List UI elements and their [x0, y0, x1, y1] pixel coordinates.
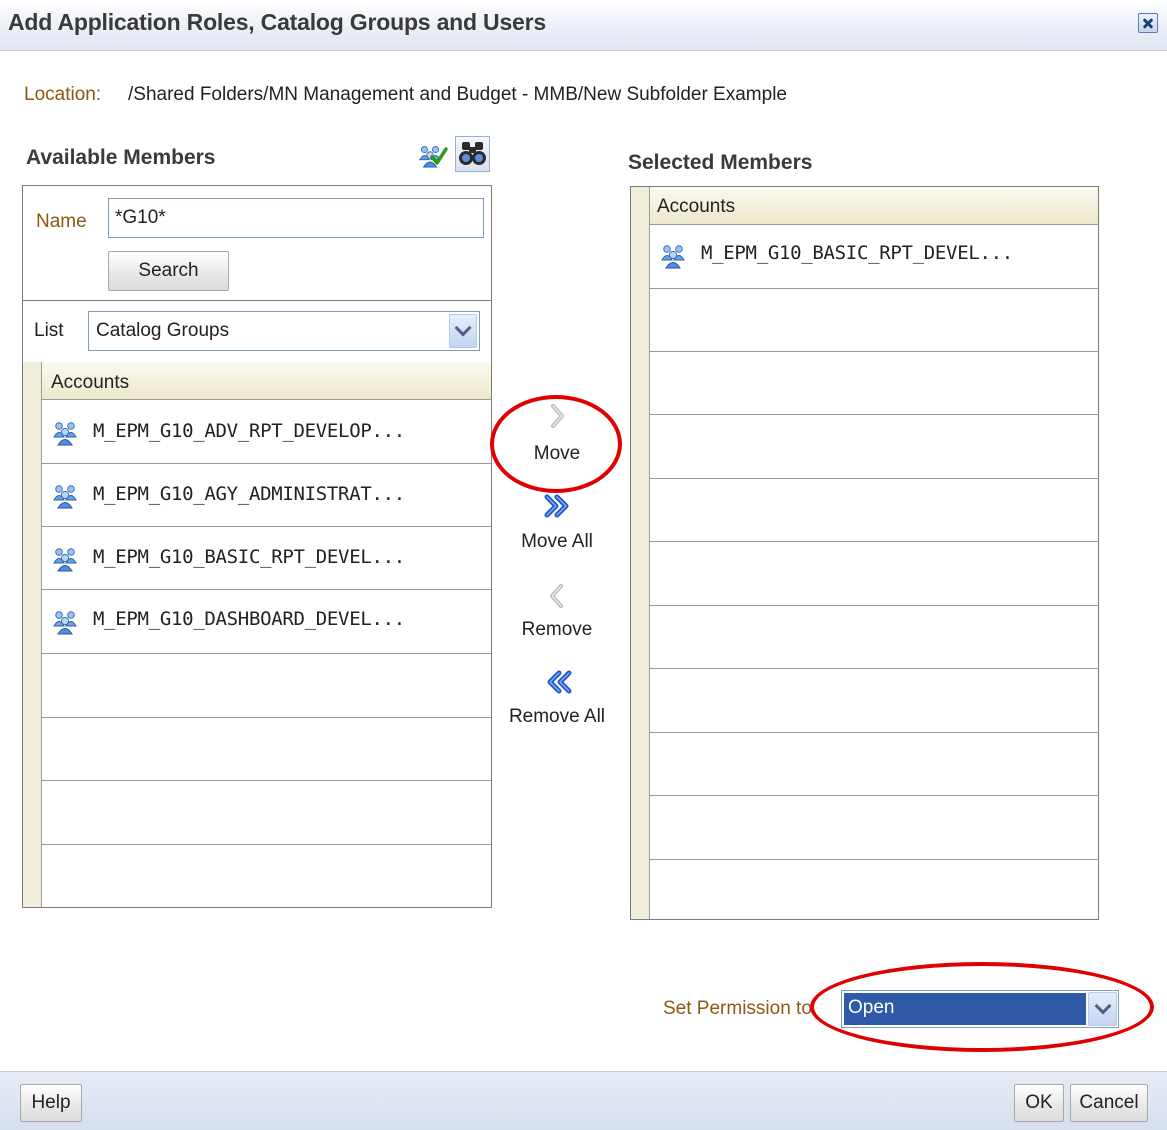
remove-label: Remove: [521, 619, 593, 640]
remove-all-button[interactable]: Remove All: [505, 668, 609, 734]
double-chevron-right-icon: [543, 492, 573, 520]
group-icon: [660, 243, 686, 269]
available-members-title: Available Members: [26, 146, 216, 169]
row-label: M_EPM_G10_ADV_RPT_DEVELOP...: [93, 420, 405, 442]
group-icon: [52, 609, 78, 635]
close-icon[interactable]: [1138, 13, 1158, 33]
available-members-table: Accounts M_EPM_G10_ADV_RPT_DEVELOP... M_…: [23, 362, 491, 907]
dialog-footer: [0, 1071, 1167, 1130]
table-gutter: [631, 187, 650, 919]
row-label: M_EPM_G10_DASHBOARD_DEVEL...: [93, 608, 405, 630]
ok-button[interactable]: OK: [1014, 1084, 1064, 1122]
column-header-accounts[interactable]: Accounts: [657, 196, 735, 218]
move-highlight-ring: [490, 395, 622, 493]
users-check-icon[interactable]: [418, 141, 448, 171]
selected-members-table: Accounts M_EPM_G10_BASIC_RPT_DEVEL...: [630, 186, 1099, 920]
table-row[interactable]: M_EPM_G10_DASHBOARD_DEVEL...: [42, 589, 491, 653]
permission-highlight-ring: [810, 962, 1154, 1052]
group-icon: [52, 546, 78, 572]
selected-members-title: Selected Members: [628, 151, 813, 174]
table-row[interactable]: M_EPM_G10_AGY_ADMINISTRAT...: [42, 463, 491, 526]
group-icon: [52, 483, 78, 509]
search-button[interactable]: Search: [108, 251, 229, 291]
binoculars-icon[interactable]: [455, 136, 490, 172]
column-header-accounts[interactable]: Accounts: [51, 372, 129, 394]
chevron-down-icon[interactable]: [449, 314, 477, 348]
table-row[interactable]: M_EPM_G10_BASIC_RPT_DEVEL...: [42, 526, 491, 589]
remove-all-label: Remove All: [508, 706, 606, 727]
cancel-button[interactable]: Cancel: [1070, 1084, 1148, 1122]
row-label: M_EPM_G10_BASIC_RPT_DEVEL...: [93, 546, 405, 568]
remove-button[interactable]: Remove: [505, 582, 609, 648]
location-label: Location:: [24, 84, 102, 105]
group-icon: [52, 420, 78, 446]
move-all-label: Move All: [521, 531, 593, 552]
permission-label: Set Permission to: [663, 998, 812, 1019]
name-search-input[interactable]: [108, 198, 484, 238]
double-chevron-left-icon: [543, 668, 573, 696]
dialog-title: Add Application Roles, Catalog Groups an…: [8, 9, 546, 35]
move-all-button[interactable]: Move All: [505, 492, 609, 558]
row-label: M_EPM_G10_AGY_ADMINISTRAT...: [93, 483, 405, 505]
help-button[interactable]: Help: [20, 1084, 82, 1122]
name-label: Name: [36, 211, 87, 232]
row-label: M_EPM_G10_BASIC_RPT_DEVEL...: [701, 242, 1013, 264]
table-row[interactable]: M_EPM_G10_ADV_RPT_DEVELOP...: [42, 400, 491, 463]
table-gutter: [23, 362, 42, 907]
table-row[interactable]: M_EPM_G10_BASIC_RPT_DEVEL...: [650, 225, 1098, 288]
list-label: List: [34, 320, 64, 341]
list-type-value: Catalog Groups: [96, 320, 230, 341]
location-value: /Shared Folders/MN Management and Budget…: [128, 84, 787, 105]
chevron-left-icon: [545, 582, 569, 610]
